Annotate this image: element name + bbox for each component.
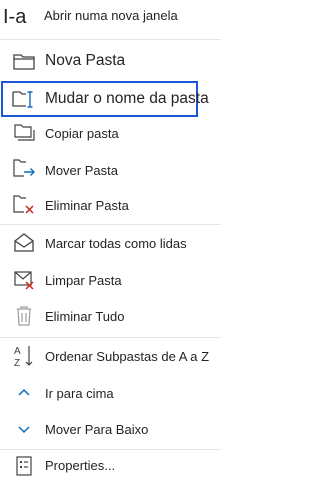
- menu-item-properties[interactable]: Properties...: [0, 453, 221, 477]
- delete-folder-icon: [11, 192, 37, 218]
- menu-item-move-folder[interactable]: Mover Pasta: [0, 158, 221, 182]
- menu-item-new-folder[interactable]: Nova Pasta: [0, 47, 221, 75]
- menu-item-label: Mudar o nome da pasta: [45, 90, 209, 107]
- menu-separator: [0, 39, 221, 40]
- menu-item-label: Mover Para Baixo: [45, 422, 149, 437]
- rename-folder-icon: [11, 86, 37, 112]
- menu-item-open-new-window[interactable]: I-a Abrir numa nova janela: [0, 4, 221, 28]
- move-folder-icon: [11, 157, 37, 183]
- menu-item-label: Abrir numa nova janela: [44, 8, 178, 23]
- menu-item-label: Limpar Pasta: [45, 273, 122, 288]
- copy-folder-icon: [11, 120, 37, 146]
- mark-all-read-icon: [11, 230, 37, 256]
- menu-separator: [0, 449, 221, 450]
- menu-item-move-down[interactable]: Mover Para Baixo: [0, 417, 221, 441]
- menu-item-label: Eliminar Tudo: [45, 309, 125, 324]
- menu-item-label: Ir para cima: [45, 386, 114, 401]
- new-folder-icon: [11, 48, 37, 74]
- chevron-down-icon: [11, 416, 37, 442]
- menu-item-mark-all-read[interactable]: Marcar todas como lidas: [0, 231, 221, 255]
- menu-item-label: Eliminar Pasta: [45, 198, 129, 213]
- svg-text:Z: Z: [14, 358, 20, 369]
- menu-item-clean-folder[interactable]: Limpar Pasta: [0, 268, 221, 292]
- menu-separator: [0, 224, 221, 225]
- menu-item-delete-all[interactable]: Eliminar Tudo: [0, 304, 221, 328]
- sort-a-z-icon: A Z: [11, 343, 37, 369]
- menu-item-label: Mover Pasta: [45, 163, 118, 178]
- menu-item-delete-folder[interactable]: Eliminar Pasta: [0, 193, 221, 217]
- chevron-up-icon: [11, 380, 37, 406]
- svg-text:I-a: I-a: [3, 6, 27, 28]
- menu-separator: [0, 337, 221, 338]
- menu-item-label: Copiar pasta: [45, 126, 119, 141]
- delete-all-icon: [11, 303, 37, 329]
- menu-item-label: Ordenar Subpastas de A a Z: [45, 349, 210, 364]
- menu-item-label: Nova Pasta: [45, 52, 126, 69]
- menu-item-copy-folder[interactable]: Copiar pasta: [0, 121, 221, 145]
- menu-item-rename-folder[interactable]: Mudar o nome da pasta: [0, 84, 221, 114]
- menu-item-sort-subfolders[interactable]: A Z Ordenar Subpastas de A a Z: [0, 343, 221, 369]
- properties-icon: [11, 453, 37, 479]
- menu-item-label: Marcar todas como lidas: [45, 236, 187, 251]
- menu-item-move-up[interactable]: Ir para cima: [0, 381, 221, 405]
- menu-item-label: Properties...: [45, 458, 116, 473]
- open-new-window-icon: I-a: [2, 4, 32, 28]
- clean-folder-icon: [11, 267, 37, 293]
- folder-context-menu: I-a Abrir numa nova janela Nova Pasta Mu…: [0, 0, 221, 483]
- svg-text:A: A: [14, 346, 21, 357]
